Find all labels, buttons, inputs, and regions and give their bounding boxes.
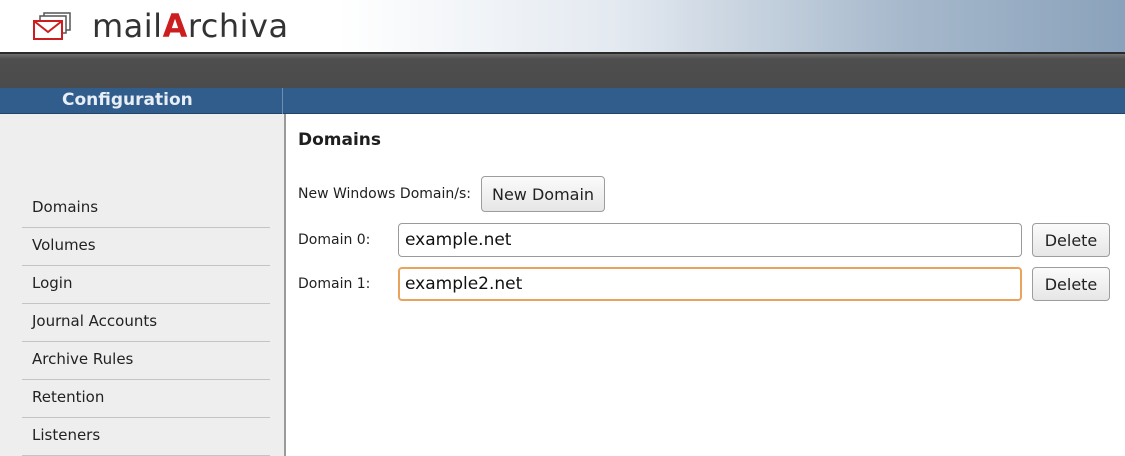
top-toolbar — [0, 52, 1125, 88]
sidebar-item-domains[interactable]: Domains — [22, 190, 270, 228]
new-domain-row: New Windows Domain/s: New Domain — [298, 176, 606, 212]
domain-input-1[interactable] — [398, 267, 1022, 301]
new-domain-label: New Windows Domain/s: — [298, 186, 471, 202]
mailarchiva-logo: mailArchiva — [30, 6, 289, 46]
sidebar: Domains Volumes Login Journal Accounts A… — [0, 114, 284, 456]
section-title: Configuration — [62, 90, 193, 110]
logo-archiva-text: rchiva — [187, 7, 289, 45]
sidebar-item-retention[interactable]: Retention — [22, 380, 270, 418]
sidebar-divider — [284, 114, 286, 456]
sidebar-item-journal-accounts[interactable]: Journal Accounts — [22, 304, 270, 342]
domain-input-0[interactable] — [398, 223, 1022, 257]
section-bar: Configuration — [0, 88, 1125, 114]
logo-mail-text: mail — [92, 7, 163, 45]
domain-label-0: Domain 0: — [298, 232, 371, 248]
domain-row-1: Domain 1: Delete — [298, 266, 1110, 302]
sidebar-nav: Domains Volumes Login Journal Accounts A… — [22, 190, 270, 456]
app-header: mailArchiva — [0, 0, 1125, 52]
delete-domain-0-button[interactable]: Delete — [1032, 223, 1110, 257]
envelope-stack-icon — [33, 12, 71, 40]
domain-row-0: Domain 0: Delete — [298, 222, 1110, 258]
main-panel: Domains New Windows Domain/s: New Domain… — [288, 114, 1125, 456]
new-domain-button[interactable]: New Domain — [480, 176, 606, 212]
page-title: Domains — [298, 130, 382, 150]
logo-archiva-initial: A — [162, 7, 188, 45]
sidebar-item-listeners[interactable]: Listeners — [22, 418, 270, 456]
delete-domain-1-button[interactable]: Delete — [1032, 267, 1110, 301]
section-bar-divider — [282, 88, 283, 114]
domain-label-1: Domain 1: — [298, 276, 371, 292]
sidebar-item-volumes[interactable]: Volumes — [22, 228, 270, 266]
sidebar-item-login[interactable]: Login — [22, 266, 270, 304]
sidebar-item-archive-rules[interactable]: Archive Rules — [22, 342, 270, 380]
